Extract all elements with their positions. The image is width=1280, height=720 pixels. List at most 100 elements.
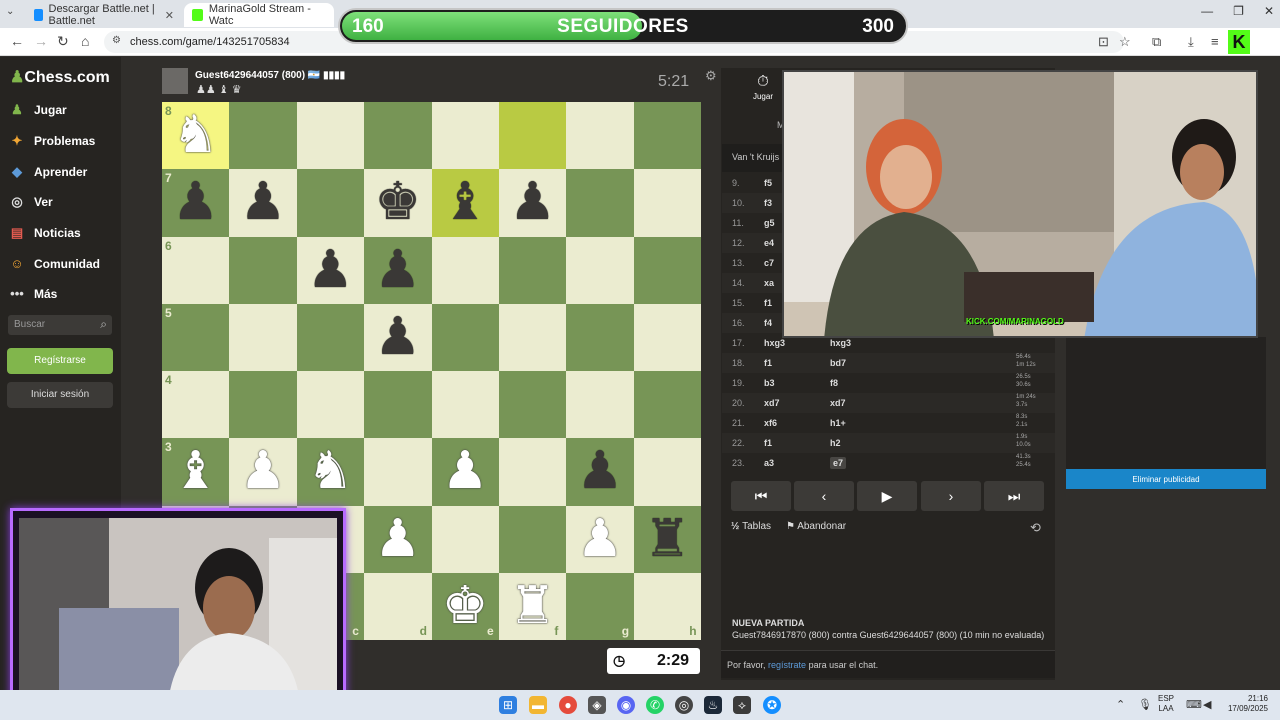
white-pawn-icon[interactable]: ♟: [229, 438, 296, 505]
site-info-icon[interactable]: ⚙: [112, 35, 121, 46]
last-move-button[interactable]: ⏭: [984, 481, 1044, 511]
home-icon[interactable]: ⌂: [81, 33, 89, 49]
remove-ads-button[interactable]: Eliminar publicidad: [1066, 469, 1266, 489]
start-menu-icon[interactable]: ⊞: [499, 696, 517, 714]
black-rook-icon[interactable]: ♜: [634, 506, 701, 573]
black-move[interactable]: xd7: [830, 398, 846, 408]
app-icon-2[interactable]: ⟡: [733, 696, 751, 714]
reload-icon[interactable]: ↻: [57, 33, 69, 50]
battlenet-icon[interactable]: ✪: [763, 696, 781, 714]
square-e6[interactable]: [431, 236, 499, 304]
gear-icon[interactable]: ⚙: [705, 68, 717, 84]
square-b8[interactable]: [229, 102, 297, 170]
download-icon[interactable]: ⤓: [1188, 34, 1194, 50]
tray-chevron-icon[interactable]: ⌃: [1116, 698, 1125, 711]
forward-icon[interactable]: →: [34, 33, 48, 49]
opponent-avatar[interactable]: [162, 68, 188, 94]
white-move[interactable]: hxg3: [764, 338, 785, 348]
square-e8[interactable]: [431, 102, 499, 170]
square-h7[interactable]: [633, 169, 702, 237]
white-rook-icon[interactable]: ♜: [499, 573, 566, 640]
black-move[interactable]: h1+: [830, 418, 846, 428]
square-f2[interactable]: [499, 505, 567, 573]
close-window-icon[interactable]: ✕: [1264, 4, 1274, 18]
next-move-play-button[interactable]: ▶: [857, 481, 917, 511]
whatsapp-icon[interactable]: ✆: [646, 696, 664, 714]
square-c7[interactable]: [296, 169, 365, 237]
bookmark-star-icon[interactable]: ☆: [1119, 34, 1131, 50]
square-d8[interactable]: [364, 102, 432, 170]
square-d3[interactable]: [364, 438, 432, 506]
white-pawn-icon[interactable]: ♟: [364, 506, 431, 573]
square-b6[interactable]: [229, 236, 297, 304]
square-h3[interactable]: [633, 438, 702, 506]
white-move[interactable]: xd7: [764, 398, 780, 408]
white-move[interactable]: c7: [764, 258, 774, 268]
black-bishop-icon[interactable]: ♝: [432, 169, 499, 236]
white-move[interactable]: g5: [764, 218, 775, 228]
opponent-name[interactable]: Guest6429644057 (800) 🇦🇷 ▮▮▮▮: [195, 70, 345, 81]
black-move[interactable]: bd7: [830, 358, 846, 368]
black-move[interactable]: e7: [830, 457, 847, 469]
login-button[interactable]: Iniciar sesión: [7, 382, 113, 408]
prev-move-button[interactable]: ‹: [794, 481, 854, 511]
sidebar-item-watch[interactable]: ◎ Ver: [8, 194, 52, 210]
register-button[interactable]: Regístrarse: [7, 348, 113, 374]
network-icon[interactable]: ⌨: [1186, 698, 1202, 711]
square-a4[interactable]: [162, 371, 230, 439]
square-c4[interactable]: [296, 371, 365, 439]
search-input[interactable]: Buscar ⌕: [8, 315, 112, 335]
search-icon[interactable]: ⌕: [100, 317, 107, 332]
white-knight-icon[interactable]: ♞: [297, 438, 364, 505]
maximize-icon[interactable]: ❐: [1233, 4, 1244, 18]
black-pawn-icon[interactable]: ♟: [566, 438, 633, 505]
square-b4[interactable]: [229, 371, 297, 439]
language-indicator[interactable]: ESP LAA: [1158, 694, 1174, 714]
square-g4[interactable]: [566, 371, 634, 439]
white-move[interactable]: f5: [764, 178, 772, 188]
square-b5[interactable]: [229, 303, 297, 371]
white-pawn-icon[interactable]: ♟: [566, 506, 633, 573]
white-move[interactable]: f1: [764, 438, 772, 448]
sidebar-item-more[interactable]: ••• Más: [8, 286, 57, 301]
extensions-icon[interactable]: ⧉: [1152, 34, 1161, 50]
square-a6[interactable]: [162, 236, 230, 304]
square-g6[interactable]: [566, 236, 634, 304]
next-move-button[interactable]: ›: [921, 481, 981, 511]
square-g8[interactable]: [566, 102, 634, 170]
tab-play[interactable]: ⏱ Jugar: [741, 73, 785, 101]
square-f5[interactable]: [499, 303, 567, 371]
reading-list-icon[interactable]: ≡: [1211, 34, 1219, 49]
white-move[interactable]: f4: [764, 318, 772, 328]
close-tab-icon[interactable]: ✕: [165, 9, 174, 22]
square-h8[interactable]: [633, 102, 702, 170]
white-move[interactable]: a3: [764, 458, 774, 468]
chrome-icon[interactable]: ●: [559, 696, 577, 714]
white-move[interactable]: f1: [764, 358, 772, 368]
square-e4[interactable]: [431, 371, 499, 439]
square-f4[interactable]: [499, 371, 567, 439]
white-move[interactable]: xa: [764, 278, 774, 288]
black-pawn-icon[interactable]: ♟: [499, 169, 566, 236]
black-move[interactable]: f8: [830, 378, 838, 388]
clock-date[interactable]: 21:16 17/09/2025: [1224, 694, 1268, 714]
white-move[interactable]: f1: [764, 298, 772, 308]
black-move[interactable]: hxg3: [830, 338, 851, 348]
square-e2[interactable]: [431, 505, 499, 573]
white-pawn-icon[interactable]: ♟: [432, 438, 499, 505]
square-d4[interactable]: [364, 371, 432, 439]
sidebar-item-community[interactable]: ☺ Comunidad: [8, 256, 100, 271]
file-explorer-icon[interactable]: ▬: [529, 696, 547, 714]
white-move[interactable]: f3: [764, 198, 772, 208]
minimize-icon[interactable]: —: [1201, 4, 1213, 18]
square-c5[interactable]: [296, 303, 365, 371]
obs-icon[interactable]: ◎: [675, 696, 693, 714]
black-pawn-icon[interactable]: ♟: [364, 237, 431, 304]
resign-button[interactable]: ⚑ Abandonar: [786, 521, 846, 532]
white-move[interactable]: b3: [764, 378, 775, 388]
square-g5[interactable]: [566, 303, 634, 371]
black-pawn-icon[interactable]: ♟: [162, 169, 229, 236]
tab-list-icon[interactable]: ⌄: [6, 6, 14, 17]
black-pawn-icon[interactable]: ♟: [297, 237, 364, 304]
black-pawn-icon[interactable]: ♟: [364, 304, 431, 371]
